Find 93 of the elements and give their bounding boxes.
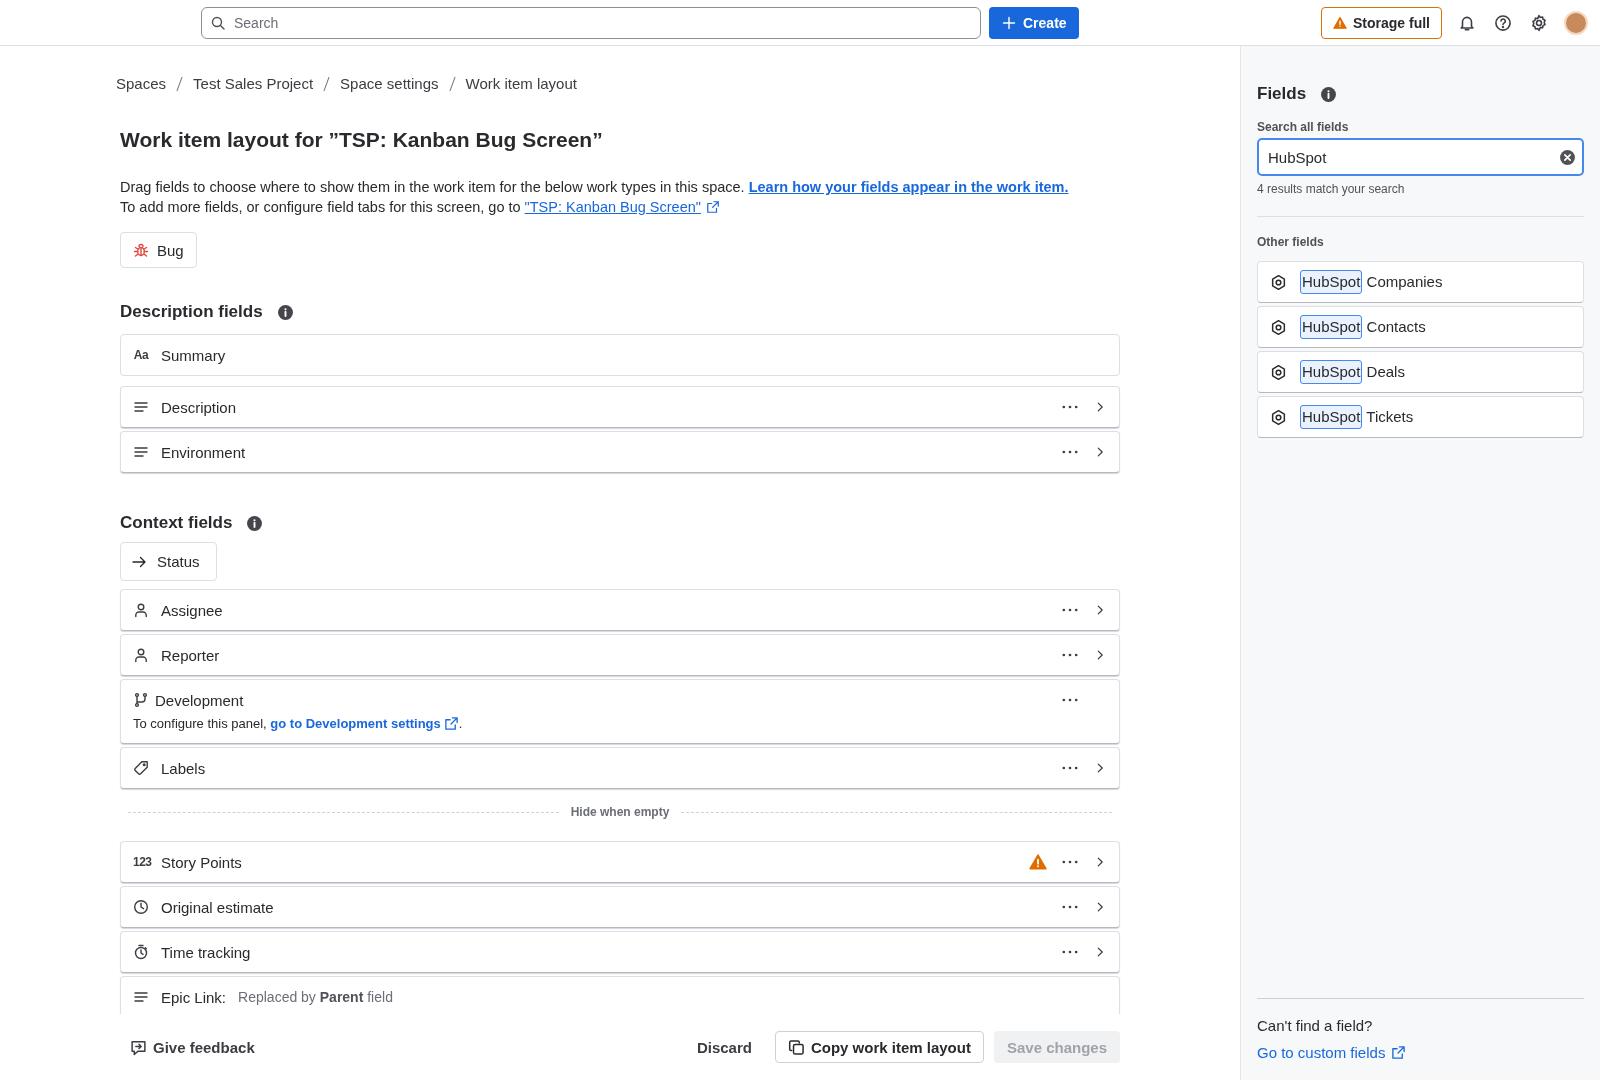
field-label: Epic Link: [161, 988, 227, 1006]
divider-label: Hide when empty [570, 805, 670, 819]
field-label: Assignee [161, 601, 223, 619]
field-card[interactable]: Environment [120, 431, 1120, 473]
pinned-field[interactable]: Status [120, 542, 217, 581]
panel-title: Fields [1257, 83, 1307, 105]
field-label: HubSpot Tickets [1300, 405, 1414, 429]
field-item[interactable]: HubSpot Companies [1257, 261, 1584, 303]
external-link-icon [1391, 1045, 1407, 1060]
discard-button[interactable]: Discard [683, 1031, 765, 1063]
development-settings-link[interactable]: go to Development settings [270, 716, 459, 731]
clock-icon [133, 899, 149, 915]
warning-icon [1333, 15, 1347, 30]
info-icon[interactable] [276, 303, 294, 321]
clear-icon[interactable] [1559, 148, 1576, 166]
tag-icon [133, 760, 149, 776]
field-card[interactable]: Aa Summary [120, 334, 1120, 376]
help-title: Can't find a field? [1257, 1017, 1374, 1034]
person-icon [133, 647, 149, 663]
search-icon [210, 14, 226, 31]
create-button[interactable]: Create [989, 6, 1079, 39]
replaced-note: Replaced by Parent field [238, 989, 393, 1005]
learn-more-link[interactable]: Learn how your fields appear in the work item. [748, 179, 1069, 195]
info-icon[interactable] [1320, 85, 1338, 103]
field-card[interactable]: 123 Story Points [120, 841, 1120, 883]
field-label: HubSpot Contacts [1300, 315, 1426, 339]
field-item[interactable]: HubSpot Deals [1257, 351, 1584, 393]
field-card[interactable]: Original estimate [120, 886, 1120, 928]
paragraph-icon [133, 444, 149, 460]
field-label: Summary [161, 346, 226, 364]
field-label: Development [155, 691, 244, 709]
field-label: Original estimate [161, 898, 274, 916]
section-heading: Description fields [120, 301, 263, 323]
field-card[interactable]: Development To configure this panel, go to Development settings . [120, 679, 1120, 744]
screen-link[interactable]: "TSP: Kanban Bug Screen" [524, 199, 701, 215]
search-label: Search all fields [1257, 120, 1350, 134]
hexagon-icon [1270, 363, 1287, 381]
work-type-button[interactable]: Bug [120, 232, 197, 268]
intro-text: To add more fields, or configure field tabs for this screen, go to "TSP: Kanban Bug Screen" [120, 197, 1120, 217]
field-item[interactable]: HubSpot Tickets [1257, 396, 1584, 438]
section-label: Other fields [1257, 235, 1325, 249]
avatar[interactable] [1564, 10, 1588, 35]
page-title: Work item layout for ”TSP: Kanban Bug Screen” [120, 127, 604, 153]
storage-full-button[interactable]: Storage full [1321, 6, 1442, 39]
paragraph-icon [133, 399, 149, 415]
field-label: Description [161, 398, 237, 416]
field-card[interactable]: Description [120, 386, 1120, 428]
field-card[interactable]: Labels [120, 747, 1120, 789]
breadcrumb-link[interactable]: Work item layout [465, 75, 577, 92]
search-input[interactable]: HubSpot [1266, 147, 1559, 167]
section-heading: Context fields [120, 512, 233, 534]
hexagon-icon [1270, 273, 1287, 291]
intro-text: Drag fields to choose where to show them in the work item for the below work types in this space. Learn how your fields appear in the work item. [120, 178, 1070, 197]
custom-fields-link[interactable]: Go to custom fields [1257, 1044, 1407, 1061]
breadcrumb-link[interactable]: Test Sales Project [193, 75, 314, 92]
field-card[interactable]: Epic Link: Replaced by Parent field [120, 976, 1120, 1014]
panel-note: To configure this panel, go to Development settings . [133, 716, 464, 733]
help-icon[interactable] [1494, 13, 1512, 32]
give-feedback-button[interactable]: Give feedback [130, 1038, 255, 1056]
field-card[interactable]: Assignee [120, 589, 1120, 631]
feedback-icon [130, 1038, 147, 1056]
hexagon-icon [1270, 318, 1287, 336]
hexagon-icon [1270, 408, 1287, 426]
paragraph-icon [133, 989, 149, 1005]
field-label: Environment [161, 443, 246, 461]
breadcrumb-link[interactable]: Spaces [116, 75, 167, 92]
external-link-icon [443, 716, 459, 731]
field-label: Status [157, 553, 200, 570]
field-type-icon: Aa [133, 348, 149, 362]
field-label: HubSpot Companies [1300, 270, 1443, 294]
stopwatch-icon [133, 944, 149, 960]
search-field[interactable]: Search [201, 6, 981, 39]
breadcrumb-link[interactable]: Space settings [340, 75, 439, 92]
settings-icon[interactable] [1530, 13, 1548, 32]
field-label: Labels [161, 759, 206, 777]
person-icon [133, 602, 149, 618]
info-icon[interactable] [246, 514, 264, 532]
search-input[interactable]: Search [232, 13, 972, 32]
field-label: Story Points [161, 853, 242, 871]
field-item[interactable]: HubSpot Contacts [1257, 306, 1584, 348]
field-search-input[interactable]: HubSpot [1257, 138, 1584, 176]
plus-icon [1001, 14, 1017, 31]
copy-layout-button[interactable]: Copy work item layout [774, 1031, 984, 1063]
field-label: HubSpot Deals [1300, 360, 1405, 384]
field-card[interactable]: Reporter [120, 634, 1120, 676]
bug-icon [133, 242, 149, 258]
external-link-icon [705, 200, 720, 214]
copy-icon [787, 1038, 805, 1056]
branch-icon [133, 692, 149, 708]
field-label: Reporter [161, 646, 220, 664]
field-label: Time tracking [161, 943, 251, 961]
result-count: 4 results match your search [1257, 182, 1406, 196]
field-card[interactable]: Time tracking [120, 931, 1120, 973]
